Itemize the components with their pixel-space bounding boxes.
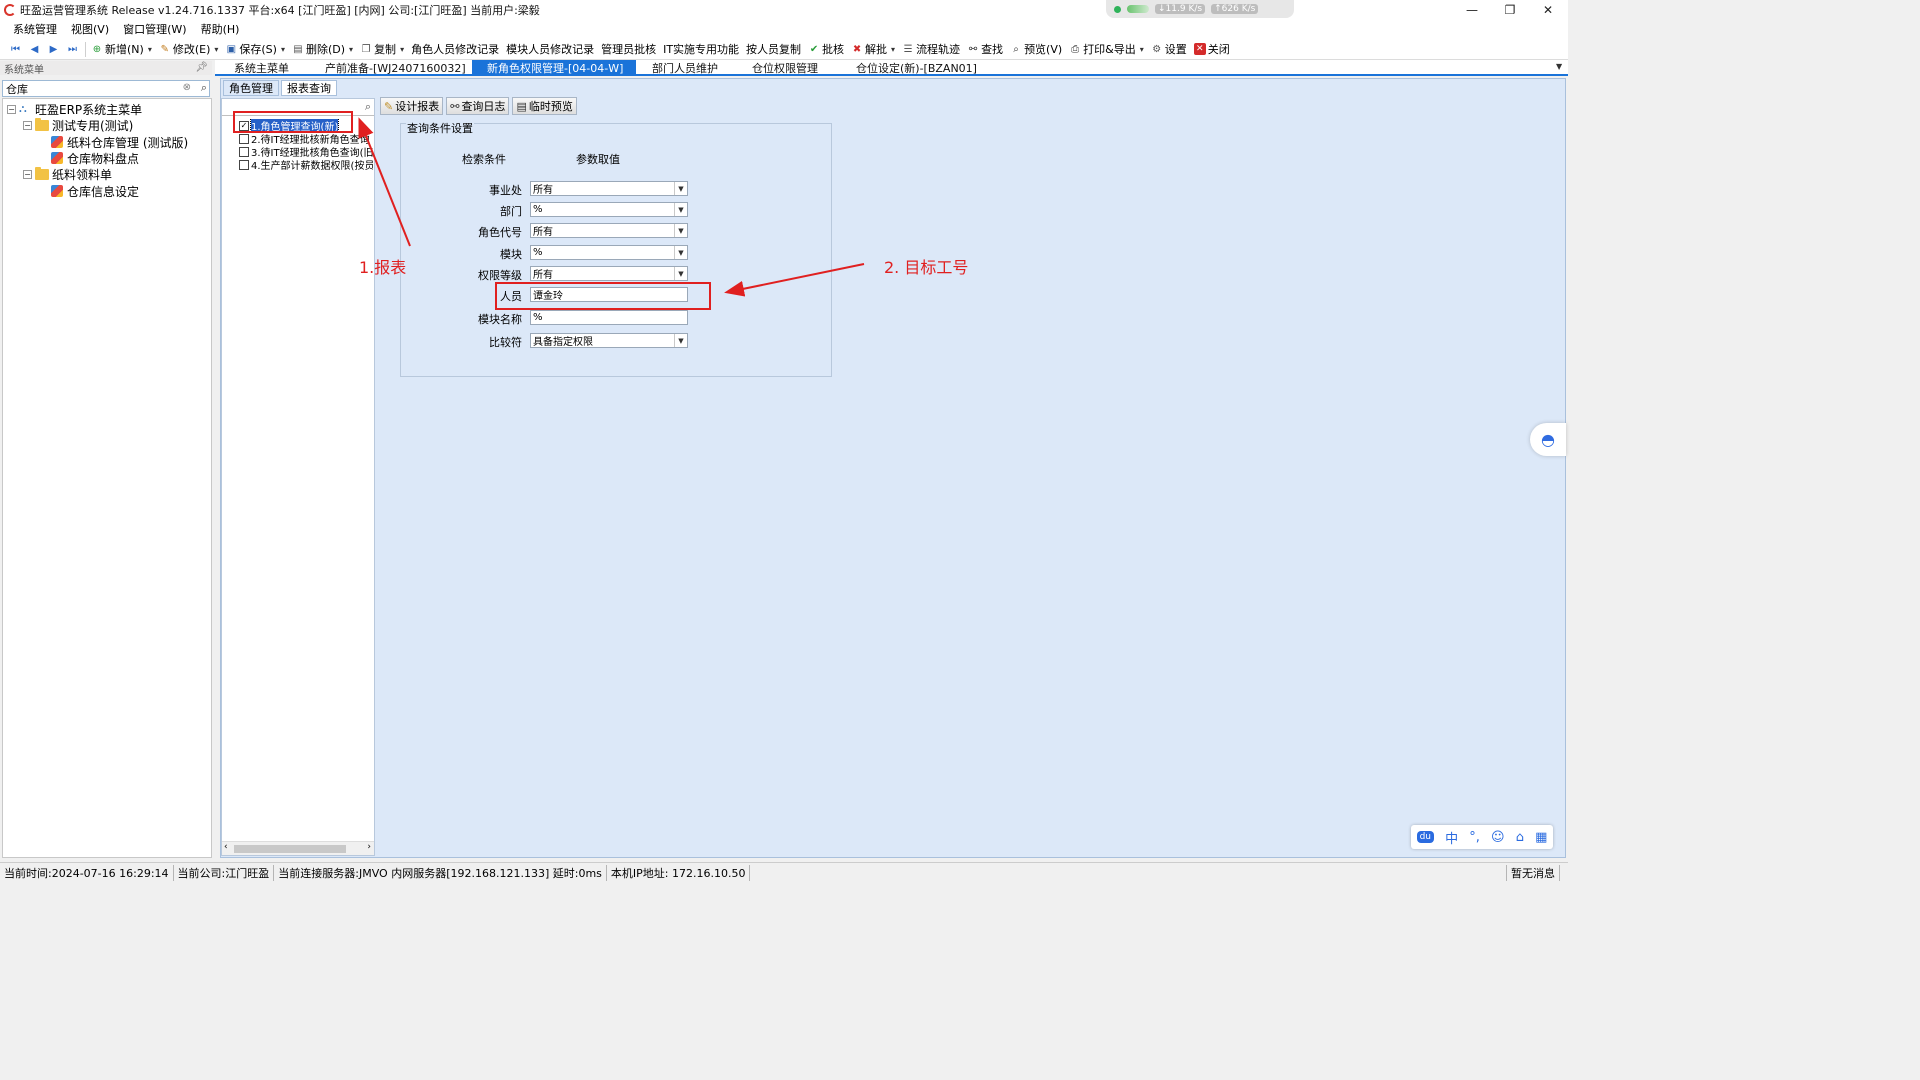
status-time: 当前时间:2024-07-16 16:29:14	[0, 864, 174, 881]
ime-chinese-mode[interactable]: 中	[1445, 828, 1458, 847]
status-company: 当前公司:江门旺盈	[174, 864, 275, 881]
status-server: 当前连接服务器:JMVO 内网服务器[192.168.121.133] 延时:0…	[274, 864, 607, 881]
annotation-arrows	[358, 117, 865, 297]
annotation-report: 1.报表	[359, 258, 407, 277]
annotation-target: 2. 目标工号	[884, 258, 969, 277]
ime-keyboard-icon[interactable]: ⌂	[1516, 830, 1524, 845]
status-messages[interactable]: 暂无消息	[1506, 865, 1560, 881]
ime-skin-icon[interactable]: ☺	[1491, 830, 1505, 845]
ime-punctuation[interactable]: °,	[1469, 830, 1480, 845]
status-bar: 当前时间:2024-07-16 16:29:14 当前公司:江门旺盈 当前连接服…	[0, 862, 1568, 882]
assistant-icon[interactable]: ◓	[1530, 423, 1566, 456]
target-arrow	[724, 263, 865, 297]
ime-menu-icon[interactable]: ▦	[1535, 830, 1547, 845]
ime-logo-icon[interactable]: du	[1416, 831, 1434, 843]
status-ip: 本机IP地址: 172.16.10.50	[607, 864, 751, 881]
ime-toolbar: du 中 °, ☺ ⌂ ▦	[1411, 825, 1553, 849]
report-arrow	[358, 117, 411, 247]
